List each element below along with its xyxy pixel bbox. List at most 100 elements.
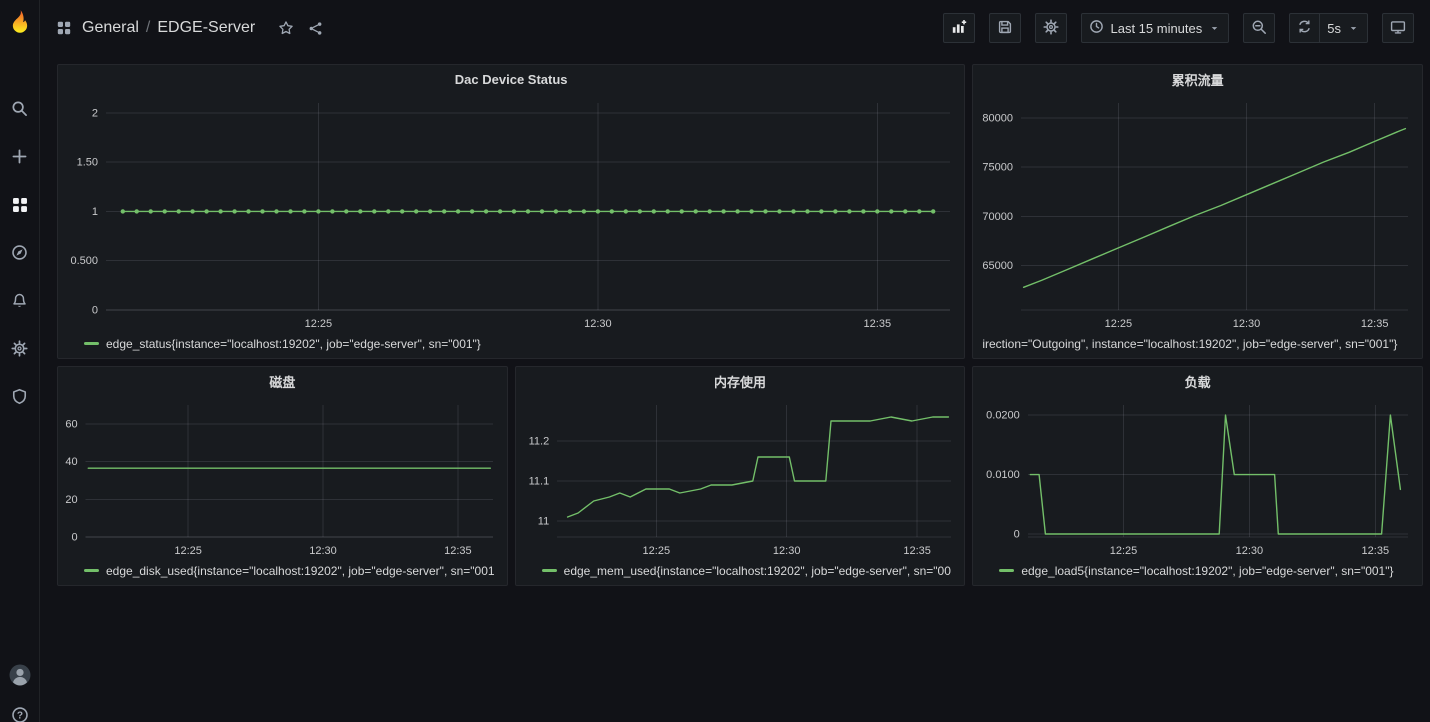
panel-title[interactable]: 负载	[973, 367, 1422, 395]
panel-title[interactable]: Dac Device Status	[58, 65, 964, 93]
x-tick-label: 12:30	[1236, 545, 1264, 557]
series-line	[1024, 129, 1406, 288]
sidebar-bottom: ?	[0, 656, 40, 722]
series-point	[749, 209, 753, 213]
breadcrumb-section[interactable]: General	[82, 19, 139, 37]
series-point	[163, 209, 167, 213]
sidebar-item-dashboards[interactable]	[0, 182, 40, 230]
sidebar-item-configuration[interactable]	[0, 326, 40, 374]
sidebar-item-search[interactable]	[0, 86, 40, 134]
time-series-chart[interactable]: 12:2512:3012:3500.01000.0200	[973, 395, 1422, 561]
gear-icon	[1043, 19, 1059, 38]
plus-icon	[11, 148, 28, 168]
series-point	[708, 209, 712, 213]
time-series-chart[interactable]: 12:2512:3012:350204060	[58, 395, 507, 561]
panel-title[interactable]: 磁盘	[58, 367, 507, 395]
cycle-view-mode-button[interactable]	[1382, 13, 1414, 43]
series-point	[805, 209, 809, 213]
series-point	[777, 209, 781, 213]
legend-label: edge_status{instance="localhost:19202", …	[106, 337, 481, 351]
series-point	[456, 209, 460, 213]
search-icon	[11, 100, 28, 120]
series-point	[638, 209, 642, 213]
x-tick-label: 12:30	[584, 318, 612, 330]
series-point	[721, 209, 725, 213]
add-panel-button[interactable]	[943, 13, 975, 43]
series-point	[344, 209, 348, 213]
x-tick-label: 12:35	[1361, 318, 1389, 330]
grafana-logo[interactable]	[0, 0, 40, 48]
chart-wrap: 12:2512:3012:3500.50011.502	[58, 93, 964, 334]
series-point	[554, 209, 558, 213]
legend-swatch	[999, 569, 1014, 572]
y-tick-label: 60	[65, 418, 77, 430]
series-point	[763, 209, 767, 213]
dashboard-title[interactable]: EDGE-Server	[157, 19, 255, 37]
legend-label: edge_load5{instance="localhost:19202", j…	[1021, 564, 1393, 578]
y-tick-label: 0	[1014, 529, 1020, 541]
time-series-chart[interactable]: 12:2512:3012:351111.111.2	[516, 395, 965, 561]
time-series-chart[interactable]: 12:2512:3012:3500.50011.502	[58, 93, 964, 334]
breadcrumb-text: General / EDGE-Server	[82, 19, 255, 37]
x-tick-label: 12:35	[864, 318, 892, 330]
sidebar-item-explore[interactable]	[0, 230, 40, 278]
legend-item[interactable]: edge_load5{instance="localhost:19202", j…	[973, 561, 1422, 585]
chart-wrap: 12:2512:3012:3500.01000.0200	[973, 395, 1422, 561]
legend-label: edge_mem_used{instance="localhost:19202"…	[564, 564, 951, 578]
series-point	[931, 209, 935, 213]
sidebar-item-server-admin[interactable]	[0, 374, 40, 422]
save-dashboard-button[interactable]	[989, 13, 1021, 43]
series-point	[330, 209, 334, 213]
y-tick-label: 11.1	[528, 476, 549, 488]
series-point	[470, 209, 474, 213]
series-point	[135, 209, 139, 213]
panel-title[interactable]: 累积流量	[973, 65, 1422, 93]
grafana-app: ? General / EDGE-Server	[0, 0, 1430, 722]
y-tick-label: 0.0100	[986, 469, 1020, 481]
svg-text:?: ?	[16, 710, 22, 721]
toolbar: Last 15 minutes 5s	[943, 13, 1414, 43]
panel-title[interactable]: 内存使用	[516, 367, 965, 395]
sidebar-item-help[interactable]: ?	[0, 696, 40, 722]
series-point	[260, 209, 264, 213]
share-icon[interactable]	[308, 21, 323, 36]
sidebar-nav	[0, 86, 40, 422]
legend-item[interactable]: edge_status{instance="localhost:19202", …	[58, 334, 964, 358]
dashboard-grid: Dac Device Status 12:2512:3012:3500.5001…	[40, 56, 1430, 722]
star-icon[interactable]	[278, 20, 294, 36]
refresh-interval-picker[interactable]: 5s	[1320, 13, 1368, 43]
legend-item[interactable]: edge_mem_used{instance="localhost:19202"…	[516, 561, 965, 585]
y-tick-label: 0	[92, 305, 98, 317]
sidebar-item-create[interactable]	[0, 134, 40, 182]
refresh-group: 5s	[1289, 13, 1368, 43]
y-tick-label: 40	[65, 456, 77, 468]
sidebar-item-user-profile[interactable]	[0, 656, 40, 696]
series-point	[582, 209, 586, 213]
legend-swatch	[84, 569, 99, 572]
series-point	[274, 209, 278, 213]
y-tick-label: 70000	[983, 211, 1014, 223]
y-tick-label: 11.2	[528, 436, 549, 448]
legend-item[interactable]: irection="Outgoing", instance="localhost…	[973, 334, 1422, 358]
x-tick-label: 12:35	[1362, 545, 1390, 557]
time-range-picker[interactable]: Last 15 minutes	[1081, 13, 1229, 43]
x-tick-label: 12:35	[444, 545, 472, 557]
series-point	[177, 209, 181, 213]
zoom-out-time-button[interactable]	[1243, 13, 1275, 43]
panel-memory-usage: 内存使用 12:2512:3012:351111.111.2 edge_mem_…	[515, 366, 966, 586]
save-icon	[997, 19, 1013, 38]
series-point	[246, 209, 250, 213]
series-point	[149, 209, 153, 213]
y-tick-label: 65000	[983, 260, 1014, 272]
legend-item[interactable]: edge_disk_used{instance="localhost:19202…	[58, 561, 507, 585]
chart-wrap: 12:2512:3012:350204060	[58, 395, 507, 561]
y-tick-label: 0	[71, 532, 77, 544]
series-point	[190, 209, 194, 213]
sidebar-item-alerting[interactable]	[0, 278, 40, 326]
series-point	[791, 209, 795, 213]
series-point	[875, 209, 879, 213]
series-point	[316, 209, 320, 213]
dashboard-settings-button[interactable]	[1035, 13, 1067, 43]
time-series-chart[interactable]: 12:2512:3012:3565000700007500080000	[973, 93, 1422, 334]
refresh-button[interactable]	[1289, 13, 1320, 43]
